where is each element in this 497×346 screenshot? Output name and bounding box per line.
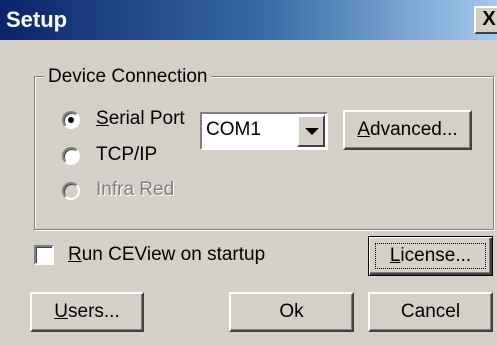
serial-port-radio[interactable] (62, 111, 80, 129)
serial-port-label[interactable]: Serial Port (96, 108, 185, 130)
license-button[interactable]: License... (368, 236, 493, 276)
com-port-value: COM1 (206, 119, 261, 140)
setup-dialog: Setup X Device Connection Serial Port TC… (0, 0, 497, 346)
tcp-ip-radio[interactable] (62, 147, 80, 165)
run-on-startup-label[interactable]: Run CEView on startup (68, 244, 265, 266)
infra-red-label: Infra Red (96, 179, 175, 200)
radio-selected-dot (68, 117, 74, 123)
tcp-ip-label[interactable]: TCP/IP (96, 144, 157, 166)
close-button[interactable]: X (474, 6, 497, 34)
focus-rectangle (375, 243, 486, 269)
com-port-select[interactable]: COM1 (200, 112, 328, 150)
device-connection-legend: Device Connection (44, 66, 212, 88)
close-icon: X (482, 8, 496, 30)
advanced-button[interactable]: Advanced... (343, 110, 472, 150)
ok-button[interactable]: Ok (229, 292, 354, 332)
window-title: Setup (6, 7, 68, 32)
infra-red-radio (62, 182, 80, 200)
run-on-startup-checkbox[interactable] (34, 245, 54, 265)
users-button[interactable]: Users... (30, 292, 144, 332)
title-bar[interactable]: Setup (0, 0, 497, 40)
cancel-button[interactable]: Cancel (368, 292, 493, 332)
chevron-down-icon[interactable] (297, 115, 325, 147)
